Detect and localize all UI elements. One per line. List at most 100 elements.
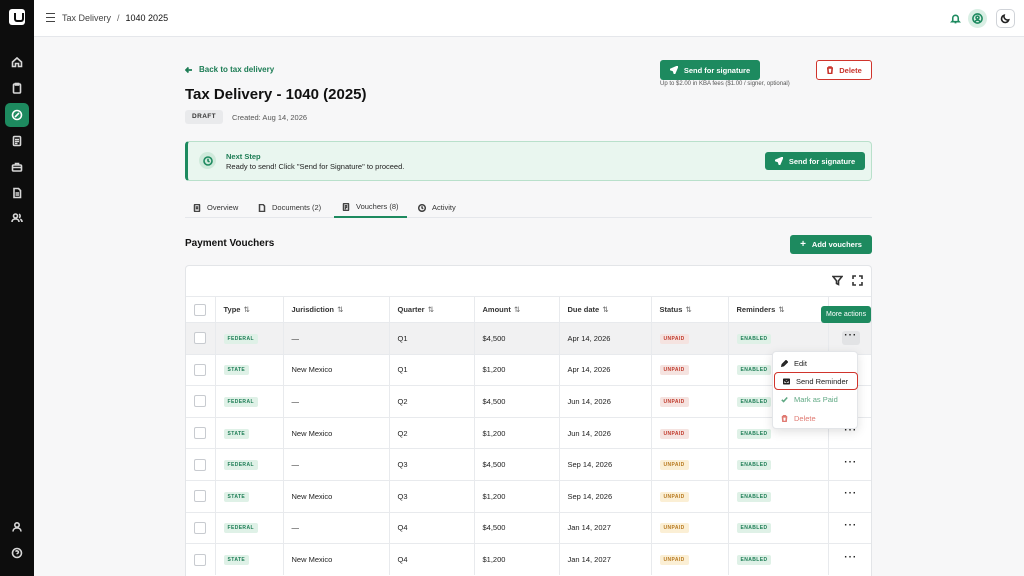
row-checkbox[interactable] bbox=[194, 553, 206, 566]
table-row[interactable]: FEDERAL — Q1 $4,500 Apr 14, 2026 UNPAID ENABLE… bbox=[186, 322, 871, 355]
column-header-status[interactable]: Status ⇅ bbox=[651, 296, 729, 323]
tab-documents[interactable]: Documents (2) bbox=[258, 197, 321, 218]
menu-item-label: Delete bbox=[794, 413, 816, 423]
status-badge: UNPAID bbox=[659, 491, 689, 502]
menu-item-edit[interactable]: Edit bbox=[773, 354, 859, 372]
type-badge: FEDERAL bbox=[223, 523, 258, 534]
type-badge: FEDERAL bbox=[223, 333, 258, 344]
clock-icon bbox=[418, 203, 426, 212]
quarter-cell: Q2 bbox=[389, 416, 475, 449]
more-actions-button[interactable]: ··· bbox=[842, 489, 860, 503]
more-actions-button[interactable]: ··· bbox=[842, 551, 860, 567]
moon-icon[interactable] bbox=[996, 9, 1015, 28]
home-icon[interactable] bbox=[5, 50, 29, 74]
amount-cell: $1,200 bbox=[474, 543, 560, 576]
tax-delivery-icon[interactable] bbox=[5, 103, 29, 127]
table-row[interactable]: STATE New Mexico Q2 $1,200 Jun 14, 2026 UNPAI… bbox=[186, 416, 871, 449]
delete-label: Delete bbox=[839, 65, 862, 75]
send-for-signature-button[interactable]: Send for signature bbox=[660, 60, 760, 80]
more-actions-button[interactable]: ··· bbox=[842, 519, 860, 535]
banner-send-button[interactable]: Send for signature bbox=[765, 152, 865, 170]
menu-item-mark-as-paid[interactable]: Mark as Paid bbox=[773, 390, 859, 408]
more-actions-button[interactable]: ··· bbox=[842, 457, 860, 472]
menu-item-send-reminder[interactable]: Send Reminder bbox=[774, 372, 858, 390]
kba-fee-note: Up to $2.00 in KBA fees ($1.00 / signer,… bbox=[660, 81, 790, 87]
tab-label: Overview bbox=[207, 203, 239, 212]
clipboard-icon[interactable] bbox=[5, 76, 29, 100]
filter-icon[interactable] bbox=[832, 275, 843, 286]
app-logo[interactable] bbox=[9, 9, 25, 25]
bell-icon[interactable] bbox=[946, 9, 965, 28]
sort-icon[interactable]: ⇅ bbox=[602, 305, 608, 314]
amount-cell: $4,500 bbox=[474, 448, 560, 481]
sort-icon[interactable]: ⇅ bbox=[685, 305, 691, 314]
quarter-cell: Q1 bbox=[389, 353, 475, 386]
delete-button[interactable]: Delete bbox=[816, 60, 872, 80]
quarter-cell: Q1 bbox=[389, 322, 475, 355]
next-step-banner: Next Step Ready to send! Click "Send for… bbox=[185, 141, 872, 181]
tab-activity[interactable]: Activity bbox=[418, 197, 456, 218]
type-badge: STATE bbox=[223, 555, 250, 566]
table-row[interactable]: STATE New Mexico Q4 $1,200 Jan 14, 2027 UNPAI… bbox=[186, 543, 871, 576]
top-bar: Tax Delivery / 1040 2025 bbox=[34, 0, 1024, 37]
add-vouchers-button[interactable]: + Add vouchers bbox=[790, 235, 872, 254]
menu-icon[interactable] bbox=[46, 13, 55, 22]
select-all-checkbox[interactable] bbox=[194, 303, 206, 316]
reminders-badge: ENABLED bbox=[736, 555, 772, 566]
sort-icon[interactable]: ⇅ bbox=[243, 305, 249, 314]
column-header-type[interactable]: Type ⇅ bbox=[215, 296, 284, 323]
row-checkbox[interactable] bbox=[194, 490, 206, 503]
row-checkbox[interactable] bbox=[194, 395, 206, 408]
reminders-badge: ENABLED bbox=[736, 491, 772, 502]
tab-overview[interactable]: Overview bbox=[193, 197, 238, 218]
row-checkbox[interactable] bbox=[194, 363, 206, 376]
column-header-amount[interactable]: Amount ⇅ bbox=[474, 296, 560, 323]
amount-cell: $1,200 bbox=[474, 416, 560, 449]
tab-vouchers[interactable]: Vouchers (8) bbox=[334, 197, 407, 218]
jurisdiction-cell: — bbox=[283, 322, 390, 355]
receipt-icon bbox=[342, 202, 350, 211]
column-header-due-date[interactable]: Due date ⇅ bbox=[559, 296, 652, 323]
table-row[interactable]: FEDERAL — Q3 $4,500 Sep 14, 2026 UNPAID ENABLE… bbox=[186, 448, 871, 481]
table-row[interactable]: STATE New Mexico Q3 $1,200 Sep 14, 2026 UNPAI… bbox=[186, 479, 871, 513]
pencil-icon bbox=[781, 359, 788, 367]
breadcrumb: Tax Delivery / 1040 2025 bbox=[62, 13, 168, 23]
row-checkbox[interactable] bbox=[194, 458, 206, 471]
breadcrumb-parent[interactable]: Tax Delivery bbox=[62, 13, 111, 23]
created-date: Created: Aug 14, 2026 bbox=[232, 113, 308, 122]
sort-icon[interactable]: ⇅ bbox=[337, 305, 343, 314]
back-link[interactable]: Back to tax delivery bbox=[185, 65, 274, 74]
users-icon[interactable] bbox=[5, 206, 29, 230]
jurisdiction-cell: New Mexico bbox=[283, 416, 390, 449]
report-icon[interactable] bbox=[5, 181, 29, 205]
menu-item-delete[interactable]: Delete bbox=[773, 409, 859, 427]
more-dots-icon: ··· bbox=[844, 519, 858, 531]
user-avatar-icon[interactable] bbox=[968, 9, 987, 28]
expand-icon[interactable] bbox=[852, 275, 863, 286]
column-header-reminders[interactable]: Reminders ⇅ bbox=[728, 296, 829, 323]
sort-icon[interactable]: ⇅ bbox=[778, 305, 784, 314]
table-row[interactable]: FEDERAL — Q4 $4,500 Jan 14, 2027 UNPAID ENABLE… bbox=[186, 511, 871, 544]
row-checkbox[interactable] bbox=[194, 521, 206, 534]
table-row[interactable]: FEDERAL — Q2 $4,500 Jun 14, 2026 UNPAID ENABLE… bbox=[186, 385, 871, 418]
breadcrumb-current: 1040 2025 bbox=[125, 13, 169, 23]
table-row[interactable]: STATE New Mexico Q1 $1,200 Apr 14, 2026 UNPAI… bbox=[186, 353, 871, 386]
more-actions-button[interactable]: ··· bbox=[841, 331, 860, 346]
row-checkbox[interactable] bbox=[194, 427, 206, 440]
sort-icon[interactable]: ⇅ bbox=[514, 305, 520, 314]
menu-item-label: Send Reminder bbox=[796, 376, 849, 386]
column-header-jurisdiction[interactable]: Jurisdiction ⇅ bbox=[283, 296, 390, 323]
row-checkbox[interactable] bbox=[194, 332, 206, 345]
document-list-icon[interactable] bbox=[5, 129, 29, 153]
breadcrumb-separator: / bbox=[117, 13, 120, 23]
vouchers-table-card: Type ⇅ Jurisdiction ⇅ Quarter ⇅ Amount ⇅ Due… bbox=[185, 265, 872, 576]
amount-cell: $4,500 bbox=[474, 322, 560, 355]
mail-icon bbox=[783, 378, 790, 384]
profile-icon[interactable] bbox=[5, 515, 29, 539]
column-header-quarter[interactable]: Quarter ⇅ bbox=[389, 296, 475, 323]
more-dots-icon: ··· bbox=[844, 551, 858, 563]
sort-icon[interactable]: ⇅ bbox=[428, 305, 434, 314]
help-icon[interactable] bbox=[5, 541, 29, 565]
briefcase-icon[interactable] bbox=[5, 155, 29, 179]
jurisdiction-cell: — bbox=[283, 385, 390, 418]
